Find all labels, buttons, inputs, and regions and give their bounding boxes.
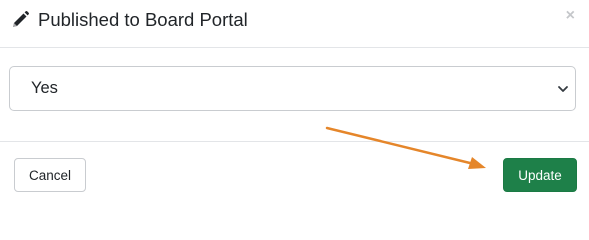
modal-title: Published to Board Portal — [38, 9, 248, 30]
chevron-down-icon — [558, 86, 568, 92]
modal-title-group: Published to Board Portal — [10, 8, 248, 32]
update-button[interactable]: Update — [503, 158, 577, 192]
modal-header: Published to Board Portal × — [0, 0, 589, 48]
modal-body: Yes — [0, 49, 589, 142]
close-icon[interactable]: × — [566, 6, 575, 26]
modal-dialog: Published to Board Portal × Yes Cancel U… — [0, 0, 589, 203]
modal-footer: Cancel Update — [0, 143, 589, 203]
cancel-button[interactable]: Cancel — [14, 158, 86, 192]
pencil-icon — [13, 11, 29, 27]
published-select[interactable]: Yes — [9, 66, 576, 111]
select-value: Yes — [31, 79, 58, 97]
